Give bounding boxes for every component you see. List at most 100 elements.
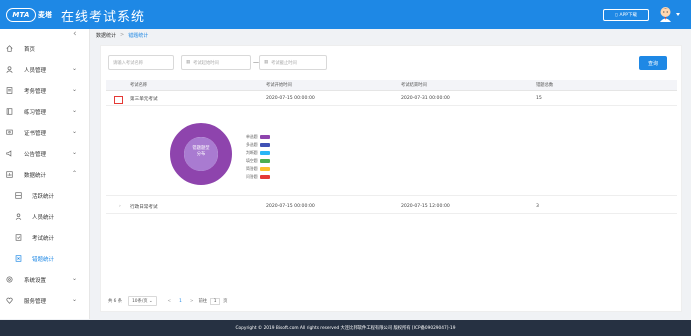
legend-swatch — [259, 150, 270, 155]
legend-item[interactable]: 单选题 — [246, 133, 286, 140]
end-time-placeholder: 考试截止时间 — [271, 60, 297, 66]
legend-item[interactable]: 填空题 — [246, 157, 286, 164]
top-bar: MTA 麦塔 在线考试系统 ▯ APP下载 — [0, 0, 691, 29]
app-download-button[interactable]: ▯ APP下载 — [603, 9, 649, 21]
legend-label: 多选题 — [246, 141, 258, 147]
column-header: 错题总数 — [536, 83, 554, 88]
chevron-down-icon: ⌄ — [72, 296, 78, 303]
legend-item[interactable]: 判断题 — [246, 149, 286, 156]
book-icon — [6, 108, 13, 115]
chevron-down-icon[interactable] — [676, 13, 680, 16]
legend-item[interactable]: 多选题 — [246, 141, 286, 148]
error-count-cell: 3 — [536, 204, 539, 209]
legend-label: 简答题 — [246, 165, 258, 171]
column-header: 考试结束时间 — [401, 83, 427, 88]
sidebar-item-home[interactable]: 首页 — [0, 42, 90, 56]
copyright-text: Copyright © 2019 Bisoft.com All rights r… — [235, 326, 456, 331]
calendar-icon: ▦ — [264, 60, 269, 65]
sidebar-item-practice[interactable]: 练习管理 ⌄ — [0, 105, 90, 119]
legend-item[interactable]: 简答题 — [246, 165, 286, 172]
app-download-label: APP下载 — [619, 13, 637, 18]
legend-label: 问答题 — [246, 173, 258, 179]
pie-center-line: 分布 — [196, 152, 206, 157]
expand-toggle[interactable] — [114, 96, 123, 104]
expanded-detail: 错题题型 分布 单选题多选题判断题填空题简答题问答题 — [106, 108, 677, 196]
start-time-picker[interactable]: ▦ 考试起始时间 — [181, 55, 251, 70]
goto-label: 前往 — [198, 299, 208, 304]
breadcrumb-parent[interactable]: 数据统计 — [96, 32, 116, 39]
sidebar-item-person-stats[interactable]: 人员统计 — [0, 210, 90, 224]
sidebar-item-exam-affairs[interactable]: 考务管理 ⌄ — [0, 84, 90, 98]
chart-icon — [6, 171, 13, 178]
activity-icon — [15, 192, 22, 199]
sidebar-item-statistics[interactable]: 数据统计 ⌃ — [0, 168, 90, 182]
chevron-up-icon: ⌃ — [72, 170, 78, 177]
document-icon — [6, 87, 13, 94]
logo: MTA 麦塔 — [6, 7, 52, 22]
footer: Copyright © 2019 Bisoft.com All rights r… — [0, 320, 691, 336]
table-row[interactable]: › 行政日常考试 2020-07-15 00:00:00 2020-07-15 … — [106, 201, 677, 214]
sidebar-item-label: 考务管理 — [24, 89, 47, 95]
legend-label: 填空题 — [246, 157, 258, 163]
total-count: 共 6 条 — [108, 299, 123, 304]
error-count-cell: 15 — [536, 96, 542, 101]
search-button[interactable]: 查询 — [639, 56, 667, 70]
chevron-down-icon: ⌄ — [72, 275, 78, 282]
page-number[interactable]: 1 — [179, 299, 182, 304]
app-title: 在线考试系统 — [61, 10, 146, 25]
sidebar-item-certificates[interactable]: 证书管理 ⌄ — [0, 126, 90, 140]
chevron-right-icon[interactable]: › — [119, 204, 121, 209]
sidebar: ‹ 首页 人员管理 ⌄ 考务管理 ⌄ 练习管理 ⌄ 证书管理 ⌄ 公告管理 ⌄ … — [0, 29, 90, 319]
sidebar-item-error-stats[interactable]: 错题统计 — [0, 252, 90, 266]
legend-swatch — [259, 174, 270, 179]
sidebar-item-label: 公告管理 — [24, 152, 47, 158]
sidebar-item-notices[interactable]: 公告管理 ⌄ — [0, 147, 90, 161]
chevron-down-icon: ⌄ — [72, 149, 78, 156]
sidebar-item-label: 人员管理 — [24, 68, 47, 74]
legend-swatch — [259, 166, 270, 171]
home-icon — [6, 45, 13, 52]
chevron-down-icon: ⌄ — [72, 86, 78, 93]
prev-page-button[interactable]: < — [168, 299, 172, 304]
exam-name-placeholder: 请输入考试名称 — [113, 60, 144, 66]
avatar[interactable] — [658, 5, 673, 22]
legend-label: 判断题 — [246, 149, 258, 155]
sidebar-item-exam-stats[interactable]: 考试统计 — [0, 231, 90, 245]
person-icon — [15, 213, 22, 220]
sidebar-item-label: 人员统计 — [32, 215, 55, 221]
end-time-picker[interactable]: ▦ 考试截止时间 — [259, 55, 327, 70]
settings-icon — [6, 276, 13, 283]
sidebar-item-activity-stats[interactable]: 活跃统计 — [0, 189, 90, 203]
start-time-cell: 2020-07-15 00:00:00 — [266, 96, 315, 101]
logo-badge: MTA — [6, 7, 36, 22]
exam-name-cell: 第三单元考试 — [130, 97, 158, 102]
legend-item[interactable]: 问答题 — [246, 173, 286, 180]
breadcrumb-separator: > — [120, 32, 125, 38]
chevron-down-icon: ⌄ — [72, 107, 78, 114]
end-time-cell: 2020-07-31 00:00:00 — [401, 96, 450, 101]
page-size-value: 10条/页 — [132, 299, 148, 304]
sidebar-item-label: 数据统计 — [24, 173, 47, 179]
collapse-icon[interactable]: ‹ — [73, 29, 77, 39]
table-row[interactable]: 第三单元考试 2020-07-15 00:00:00 2020-07-31 00… — [106, 93, 677, 106]
goto-page-input[interactable]: 1 — [210, 297, 221, 305]
page-suffix: 页 — [223, 299, 228, 304]
sidebar-item-label: 错题统计 — [32, 257, 55, 263]
logo-name: 麦塔 — [38, 10, 52, 19]
sidebar-item-service[interactable]: 服务管理 ⌄ — [0, 294, 90, 308]
pie-center-label: 错题题型 分布 — [189, 146, 213, 158]
service-icon — [6, 297, 13, 304]
breadcrumb-current: 错题统计 — [128, 33, 149, 39]
sidebar-item-label: 系统设置 — [24, 278, 47, 284]
sidebar-item-system-settings[interactable]: 系统设置 ⌄ — [0, 273, 90, 287]
sidebar-item-label: 首页 — [24, 47, 36, 53]
page-size-select[interactable]: 10条/页 ⌄ — [128, 296, 157, 306]
legend-label: 单选题 — [246, 133, 258, 139]
exam-name-input[interactable]: 请输入考试名称 — [108, 55, 174, 70]
sidebar-item-users[interactable]: 人员管理 ⌄ — [0, 63, 90, 77]
user-icon — [6, 66, 13, 73]
calendar-icon: ▦ — [186, 60, 191, 65]
legend-swatch — [259, 134, 270, 139]
next-page-button[interactable]: > — [190, 299, 194, 304]
chevron-down-icon: ⌄ — [72, 65, 78, 72]
